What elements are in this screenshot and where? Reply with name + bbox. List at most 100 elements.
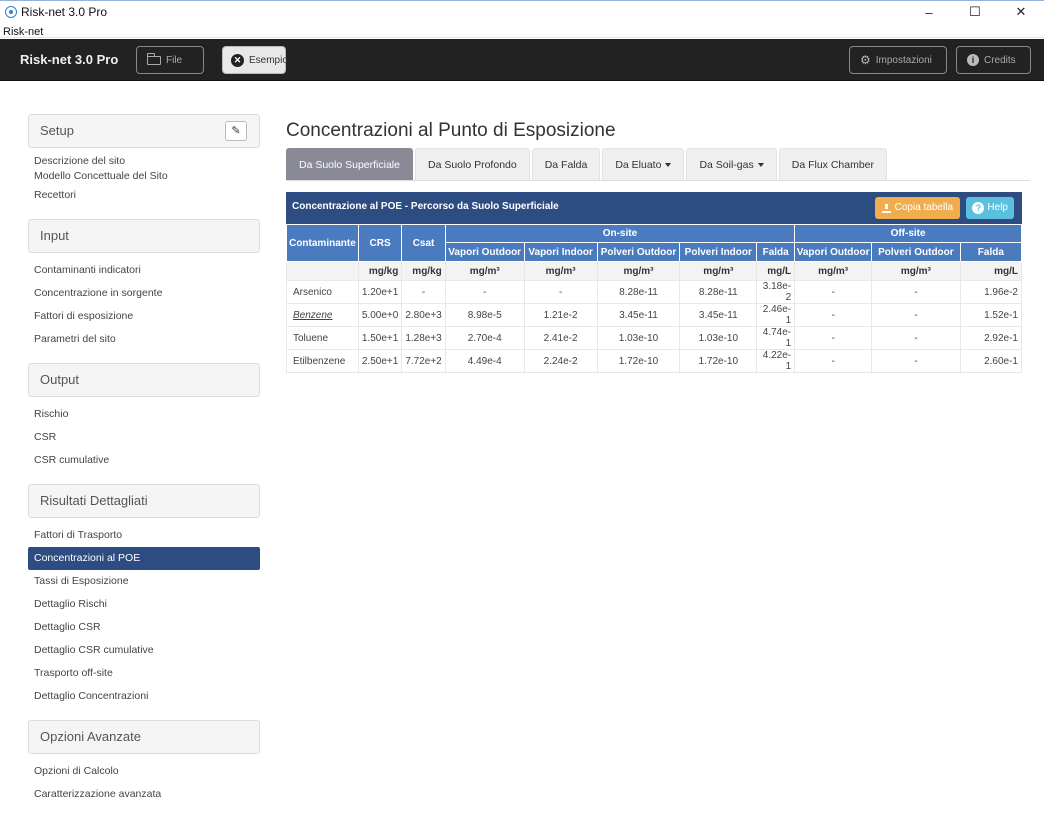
table-cell: 3.18e-2 bbox=[756, 280, 796, 304]
page-title: Concentrazioni al Punto di Esposizione bbox=[286, 120, 616, 141]
unit-cell: mg/kg bbox=[357, 261, 403, 281]
table-cell: 1.20e+1 bbox=[357, 280, 403, 304]
unit-cell: mg/m³ bbox=[679, 261, 758, 281]
source-tabs: Da Suolo Superficiale Da Suolo Profondo … bbox=[286, 148, 1030, 181]
sidebar-item-rischio[interactable]: Rischio bbox=[28, 403, 260, 426]
advanced-panel-title: Opzioni Avanzate bbox=[40, 729, 141, 744]
header-group-onsite: On-site bbox=[444, 224, 796, 243]
window-controls: – ☐ ✕ bbox=[906, 1, 1044, 23]
cell-contaminant-link[interactable]: Benzene bbox=[286, 303, 359, 327]
sidebar-item-descrizione-sito[interactable]: Descrizione del sito bbox=[28, 154, 260, 169]
sidebar-item-concentrazione-sorgente[interactable]: Concentrazione in sorgente bbox=[28, 282, 260, 305]
header-onsite-falda[interactable]: Falda bbox=[756, 242, 796, 262]
unit-cell: mg/L bbox=[756, 261, 796, 281]
settings-button-label: Impostazioni bbox=[875, 54, 932, 66]
tab-soil-gas[interactable]: Da Soil-gas bbox=[686, 148, 777, 180]
header-crs[interactable]: CRS bbox=[357, 224, 403, 262]
sidebar-item-dettaglio-rischi[interactable]: Dettaglio Rischi bbox=[28, 593, 260, 616]
example-button[interactable]: ✕ Esempio bbox=[222, 46, 288, 74]
tab-label: Da Suolo Profondo bbox=[427, 159, 517, 171]
sidebar-item-contaminanti[interactable]: Contaminanti indicatori bbox=[28, 259, 260, 282]
table-cell: 2.60e-1 bbox=[959, 349, 1023, 373]
tab-label: Da Flux Chamber bbox=[791, 159, 875, 171]
sidebar-item-tassi-esposizione[interactable]: Tassi di Esposizione bbox=[28, 570, 260, 593]
table-cell: 2.92e-1 bbox=[959, 326, 1023, 350]
unit-cell: mg/m³ bbox=[871, 261, 961, 281]
example-button-label: Esempio bbox=[249, 54, 288, 66]
sidebar-item-parametri-sito[interactable]: Parametri del sito bbox=[28, 328, 260, 351]
table-cell: - bbox=[401, 280, 446, 304]
maximize-button[interactable]: ☐ bbox=[952, 1, 998, 23]
setup-panel-header: Setup ✎ bbox=[28, 114, 260, 148]
tab-falda[interactable]: Da Falda bbox=[531, 148, 601, 180]
output-panel-header: Output bbox=[28, 363, 260, 397]
unit-cell: mg/L bbox=[959, 261, 1023, 281]
input-list: Contaminanti indicatori Concentrazione i… bbox=[28, 253, 260, 355]
table-cell: 1.52e-1 bbox=[959, 303, 1023, 327]
header-offsite-falda[interactable]: Falda bbox=[959, 242, 1023, 262]
input-panel-title: Input bbox=[40, 228, 69, 243]
sidebar-item-dettaglio-csr-cumulative[interactable]: Dettaglio CSR cumulative bbox=[28, 639, 260, 662]
menu-risknet[interactable]: Risk-net bbox=[3, 26, 43, 38]
window-titlebar: Risk-net 3.0 Pro – ☐ ✕ bbox=[0, 0, 1044, 22]
header-onsite-vapori-indoor[interactable]: Vapori Indoor bbox=[523, 242, 598, 262]
results-list: Fattori di Trasporto Concentrazioni al P… bbox=[28, 518, 260, 712]
header-csat[interactable]: Csat bbox=[401, 224, 446, 262]
table-cell: - bbox=[444, 280, 525, 304]
output-panel-title: Output bbox=[40, 372, 80, 387]
header-offsite-polveri-outdoor[interactable]: Polveri Outdoor bbox=[871, 242, 961, 262]
table-cell: - bbox=[871, 280, 961, 304]
window-title: Risk-net 3.0 Pro bbox=[21, 4, 108, 19]
input-panel-header: Input bbox=[28, 219, 260, 253]
help-button[interactable]: ? Help bbox=[966, 197, 1014, 219]
output-list: Rischio CSR CSR cumulative bbox=[28, 397, 260, 476]
table-row: Benzene 5.00e+0 2.80e+3 8.98e-5 1.21e-2 … bbox=[286, 303, 1023, 327]
sidebar-item-fattori-esposizione[interactable]: Fattori di esposizione bbox=[28, 305, 260, 328]
header-onsite-vapori-outdoor[interactable]: Vapori Outdoor bbox=[444, 242, 525, 262]
units-cell-empty bbox=[286, 261, 359, 281]
sidebar-item-dettaglio-csr[interactable]: Dettaglio CSR bbox=[28, 616, 260, 639]
table-cell: - bbox=[794, 280, 873, 304]
sidebar-item-dettaglio-concentrazioni[interactable]: Dettaglio Concentrazioni bbox=[28, 685, 260, 708]
header-onsite-polveri-outdoor[interactable]: Polveri Outdoor bbox=[596, 242, 681, 262]
header-contaminante[interactable]: Contaminante bbox=[286, 224, 359, 262]
units-row: mg/kg mg/kg mg/m³ mg/m³ mg/m³ mg/m³ mg/L… bbox=[286, 261, 1023, 281]
tab-label: Da Eluato bbox=[615, 159, 662, 171]
copy-table-button[interactable]: Copia tabella bbox=[874, 197, 960, 219]
close-button[interactable]: ✕ bbox=[998, 1, 1044, 23]
tab-eluato[interactable]: Da Eluato bbox=[602, 148, 685, 180]
table-cell: - bbox=[523, 280, 598, 304]
table-cell: - bbox=[794, 326, 873, 350]
sidebar-item-opzioni-calcolo[interactable]: Opzioni di Calcolo bbox=[28, 760, 260, 783]
table-cell: - bbox=[871, 349, 961, 373]
tab-suolo-superficiale[interactable]: Da Suolo Superficiale bbox=[286, 148, 413, 180]
table-row: Arsenico 1.20e+1 - - - 8.28e-11 8.28e-11… bbox=[286, 280, 1023, 304]
sidebar-item-modello-concettuale[interactable]: Modello Concettuale del Sito bbox=[28, 169, 260, 184]
table-cell: 8.28e-11 bbox=[679, 280, 758, 304]
download-icon bbox=[881, 203, 891, 213]
table-cell: 1.03e-10 bbox=[679, 326, 758, 350]
file-button[interactable]: File bbox=[136, 46, 204, 74]
sidebar-item-recettori[interactable]: Recettori bbox=[28, 184, 260, 207]
pin-icon[interactable]: ✎ bbox=[225, 121, 247, 141]
table-cell: 3.45e-11 bbox=[596, 303, 681, 327]
sidebar-item-fattori-trasporto[interactable]: Fattori di Trasporto bbox=[28, 524, 260, 547]
cell-contaminant: Etilbenzene bbox=[286, 349, 359, 373]
header-offsite-vapori-outdoor[interactable]: Vapori Outdoor bbox=[794, 242, 873, 262]
table-row: Etilbenzene 2.50e+1 7.72e+2 4.49e-4 2.24… bbox=[286, 349, 1023, 373]
sidebar-item-trasporto-offsite[interactable]: Trasporto off-site bbox=[28, 662, 260, 685]
table-cell: - bbox=[871, 303, 961, 327]
sidebar-item-csr-cumulative[interactable]: CSR cumulative bbox=[28, 449, 260, 472]
minimize-button[interactable]: – bbox=[906, 1, 952, 23]
sidebar-item-csr[interactable]: CSR bbox=[28, 426, 260, 449]
navbar-brand[interactable]: Risk-net 3.0 Pro bbox=[20, 52, 118, 67]
credits-button[interactable]: i Credits bbox=[956, 46, 1031, 74]
tab-flux-chamber[interactable]: Da Flux Chamber bbox=[778, 148, 888, 180]
sidebar-item-concentrazioni-poe[interactable]: Concentrazioni al POE bbox=[28, 547, 260, 570]
results-panel-header: Risultati Dettagliati bbox=[28, 484, 260, 518]
sidebar-item-caratterizzazione-avanzata[interactable]: Caratterizzazione avanzata bbox=[28, 783, 260, 806]
settings-button[interactable]: ⚙ Impostazioni bbox=[849, 46, 947, 74]
tab-suolo-profondo[interactable]: Da Suolo Profondo bbox=[414, 148, 530, 180]
header-onsite-polveri-indoor[interactable]: Polveri Indoor bbox=[679, 242, 758, 262]
table-cell: 4.49e-4 bbox=[444, 349, 525, 373]
